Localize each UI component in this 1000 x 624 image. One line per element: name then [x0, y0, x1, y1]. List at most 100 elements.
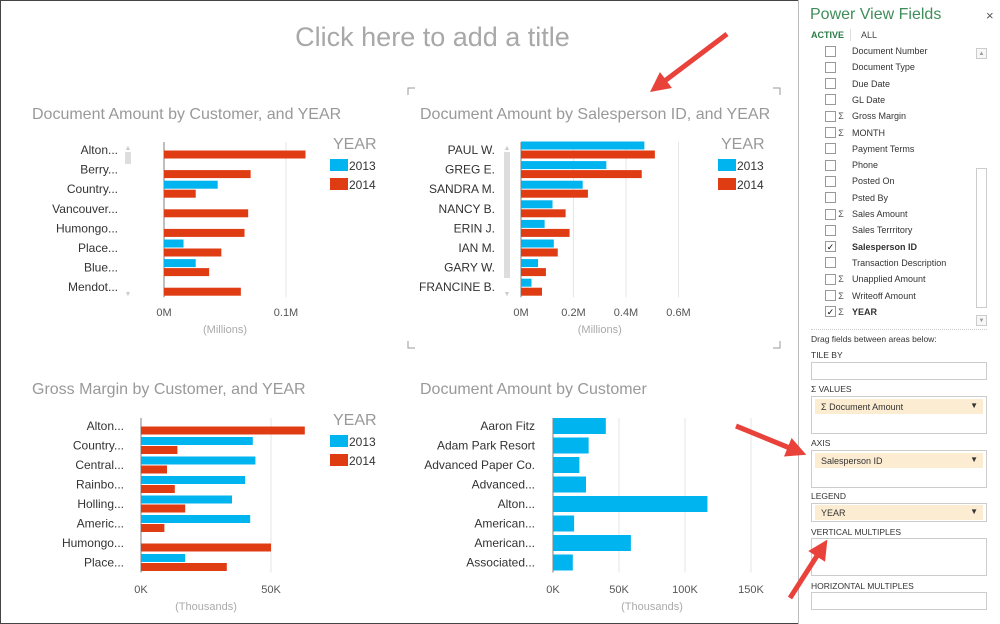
legend-label[interactable]: 2013 — [737, 159, 764, 173]
category-label[interactable]: Blue... — [84, 261, 118, 275]
category-label[interactable]: NANCY B. — [439, 202, 495, 216]
chevron-down-icon[interactable]: ▼ — [970, 455, 978, 464]
bar[interactable] — [141, 543, 271, 552]
category-label[interactable]: Holling... — [77, 497, 124, 511]
scroll-down-icon[interactable]: ▼ — [976, 315, 987, 326]
field-checkbox[interactable] — [825, 273, 836, 285]
bar[interactable] — [164, 287, 241, 296]
bar[interactable] — [521, 170, 642, 179]
bar[interactable] — [141, 476, 245, 484]
bar[interactable] — [141, 485, 175, 493]
bar[interactable] — [164, 268, 210, 277]
bar[interactable] — [141, 456, 256, 465]
category-label[interactable]: Central... — [75, 458, 124, 472]
category-label[interactable]: Country... — [73, 439, 124, 453]
category-label[interactable]: Alton... — [498, 497, 535, 511]
chevron-down-icon[interactable]: ▼ — [970, 401, 978, 410]
category-label[interactable]: ERIN J. — [454, 221, 495, 235]
field-item[interactable]: Payment Terms — [825, 141, 975, 157]
field-item[interactable]: Σ Gross Margin — [825, 108, 975, 124]
bar[interactable] — [521, 239, 554, 248]
bar[interactable] — [521, 228, 570, 237]
bar[interactable] — [553, 476, 586, 493]
bar[interactable] — [141, 554, 186, 562]
category-label[interactable]: Vancouver... — [52, 202, 118, 216]
chart-scrollbar-thumb[interactable] — [125, 152, 131, 164]
bar[interactable] — [521, 259, 539, 268]
field-item[interactable]: Document Number — [825, 43, 975, 59]
field-item[interactable]: Σ MONTH — [825, 125, 975, 141]
bar[interactable] — [553, 535, 631, 551]
legend-label[interactable]: 2014 — [349, 178, 376, 192]
bar[interactable] — [164, 189, 196, 198]
field-checkbox[interactable]: ✓ — [825, 306, 836, 318]
category-label[interactable]: Humongo... — [56, 221, 118, 235]
category-label[interactable]: Berry... — [80, 163, 118, 177]
bar[interactable] — [141, 563, 227, 571]
category-label[interactable]: Adam Park Resort — [437, 439, 536, 453]
field-checkbox[interactable] — [825, 175, 836, 187]
horizontal-multiples-dropzone[interactable] — [811, 592, 987, 610]
category-label[interactable]: Advanced Paper Co. — [424, 458, 535, 472]
bar[interactable] — [521, 278, 532, 287]
bar[interactable] — [164, 239, 184, 248]
legend-label[interactable]: 2014 — [737, 178, 764, 192]
field-checkbox[interactable] — [825, 159, 836, 171]
field-item[interactable]: GL Date — [825, 92, 975, 108]
category-label[interactable]: Alton... — [81, 143, 118, 157]
vertical-multiples-dropzone[interactable] — [811, 538, 987, 576]
field-item[interactable]: ✓ Σ YEAR — [825, 304, 975, 320]
category-label[interactable]: GARY W. — [444, 261, 495, 275]
bar[interactable] — [553, 418, 606, 434]
scroll-up-icon[interactable]: ▲ — [125, 145, 132, 152]
field-checkbox[interactable] — [825, 45, 836, 57]
bar[interactable] — [553, 457, 580, 473]
field-checkbox[interactable] — [825, 78, 836, 90]
field-checkbox[interactable] — [825, 94, 836, 106]
category-label[interactable]: Humongo... — [62, 536, 124, 550]
selection-handle[interactable] — [407, 341, 415, 349]
bar[interactable] — [164, 170, 251, 179]
values-field-chip[interactable]: Σ Document Amount ▼ — [815, 399, 983, 414]
bar[interactable] — [521, 150, 655, 159]
bar[interactable] — [141, 495, 232, 504]
category-label[interactable]: Alton... — [87, 419, 124, 433]
scroll-up-icon[interactable]: ▲ — [976, 48, 987, 59]
bar[interactable] — [521, 268, 546, 277]
bar[interactable] — [553, 496, 708, 512]
tab-active[interactable]: ACTIVE — [811, 30, 844, 40]
chevron-down-icon[interactable]: ▼ — [970, 507, 978, 516]
category-label[interactable]: Rainbo... — [76, 478, 124, 492]
bar[interactable] — [553, 437, 589, 454]
field-item[interactable]: Posted On — [825, 173, 975, 189]
field-checkbox[interactable] — [825, 208, 836, 220]
field-item[interactable]: Document Type — [825, 59, 975, 75]
field-item[interactable]: Transaction Description — [825, 255, 975, 271]
category-label[interactable]: Americ... — [77, 517, 124, 531]
bar[interactable] — [164, 259, 196, 268]
values-dropzone[interactable]: Σ Document Amount ▼ — [811, 396, 987, 434]
bar[interactable] — [141, 446, 178, 454]
bar[interactable] — [164, 209, 249, 218]
bar[interactable] — [521, 248, 558, 257]
bar[interactable] — [553, 515, 575, 532]
tab-all[interactable]: ALL — [861, 30, 877, 40]
category-label[interactable]: Aaron Fitz — [480, 419, 535, 433]
field-item[interactable]: Psted By — [825, 190, 975, 206]
field-item[interactable]: Phone — [825, 157, 975, 173]
field-checkbox[interactable] — [825, 257, 836, 269]
bar[interactable] — [164, 150, 306, 159]
field-checkbox[interactable] — [825, 110, 836, 122]
bar[interactable] — [521, 209, 566, 218]
bar[interactable] — [164, 180, 218, 189]
axis-field-chip[interactable]: Salesperson ID ▼ — [815, 453, 983, 468]
category-label[interactable]: IAN M. — [458, 241, 495, 255]
tile-by-dropzone[interactable] — [811, 362, 987, 380]
legend-label[interactable]: 2013 — [349, 159, 376, 173]
bar[interactable] — [521, 189, 588, 198]
scroll-down-icon[interactable]: ▼ — [504, 291, 511, 298]
legend-label[interactable]: 2013 — [349, 435, 376, 449]
field-item[interactable]: Σ Unapplied Amount — [825, 271, 975, 287]
field-item[interactable]: Due Date — [825, 76, 975, 92]
field-checkbox[interactable] — [825, 61, 836, 73]
